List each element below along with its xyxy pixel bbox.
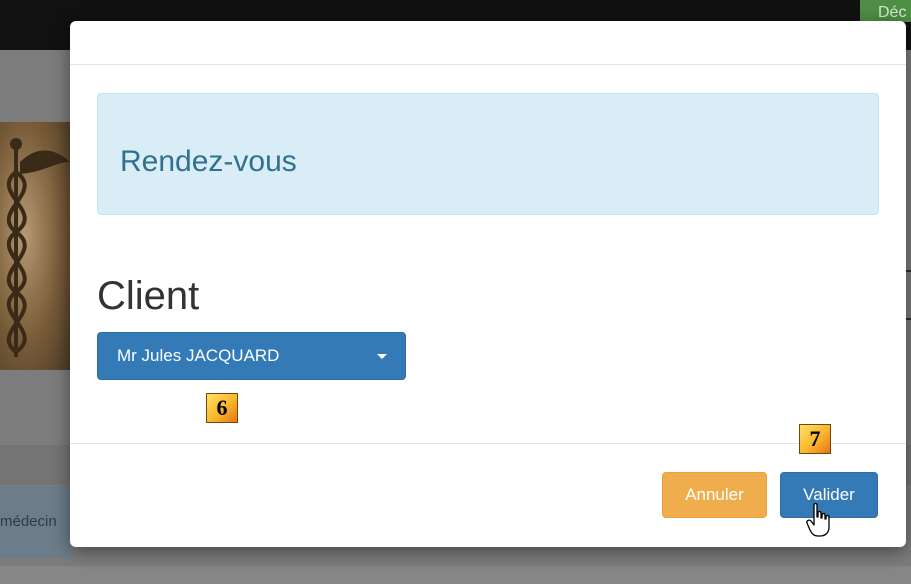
caduceus-image xyxy=(0,122,70,370)
client-select[interactable]: Mr Jules JACQUARD xyxy=(97,332,406,380)
background-divider xyxy=(906,270,911,272)
caduceus-icon xyxy=(6,138,70,357)
appointment-modal: Rendez-vous Client Mr Jules JACQUARD Ann… xyxy=(70,21,906,547)
background-footer xyxy=(0,566,911,584)
step-marker-7: 7 xyxy=(799,424,831,454)
background-divider xyxy=(906,318,911,320)
caret-down-icon xyxy=(377,354,387,359)
client-select-value: Mr Jules JACQUARD xyxy=(117,346,280,365)
client-heading: Client xyxy=(97,274,200,318)
background-info-cell: médecin xyxy=(0,486,70,558)
background-top-button: Déc xyxy=(860,0,911,22)
hand-cursor-icon xyxy=(806,502,830,537)
modal-header xyxy=(70,21,906,65)
info-alert: Rendez-vous xyxy=(97,93,879,215)
modal-footer-divider xyxy=(70,443,906,444)
alert-title: Rendez-vous xyxy=(120,145,297,178)
step-marker-6: 6 xyxy=(206,393,238,423)
cancel-button[interactable]: Annuler xyxy=(662,472,767,518)
